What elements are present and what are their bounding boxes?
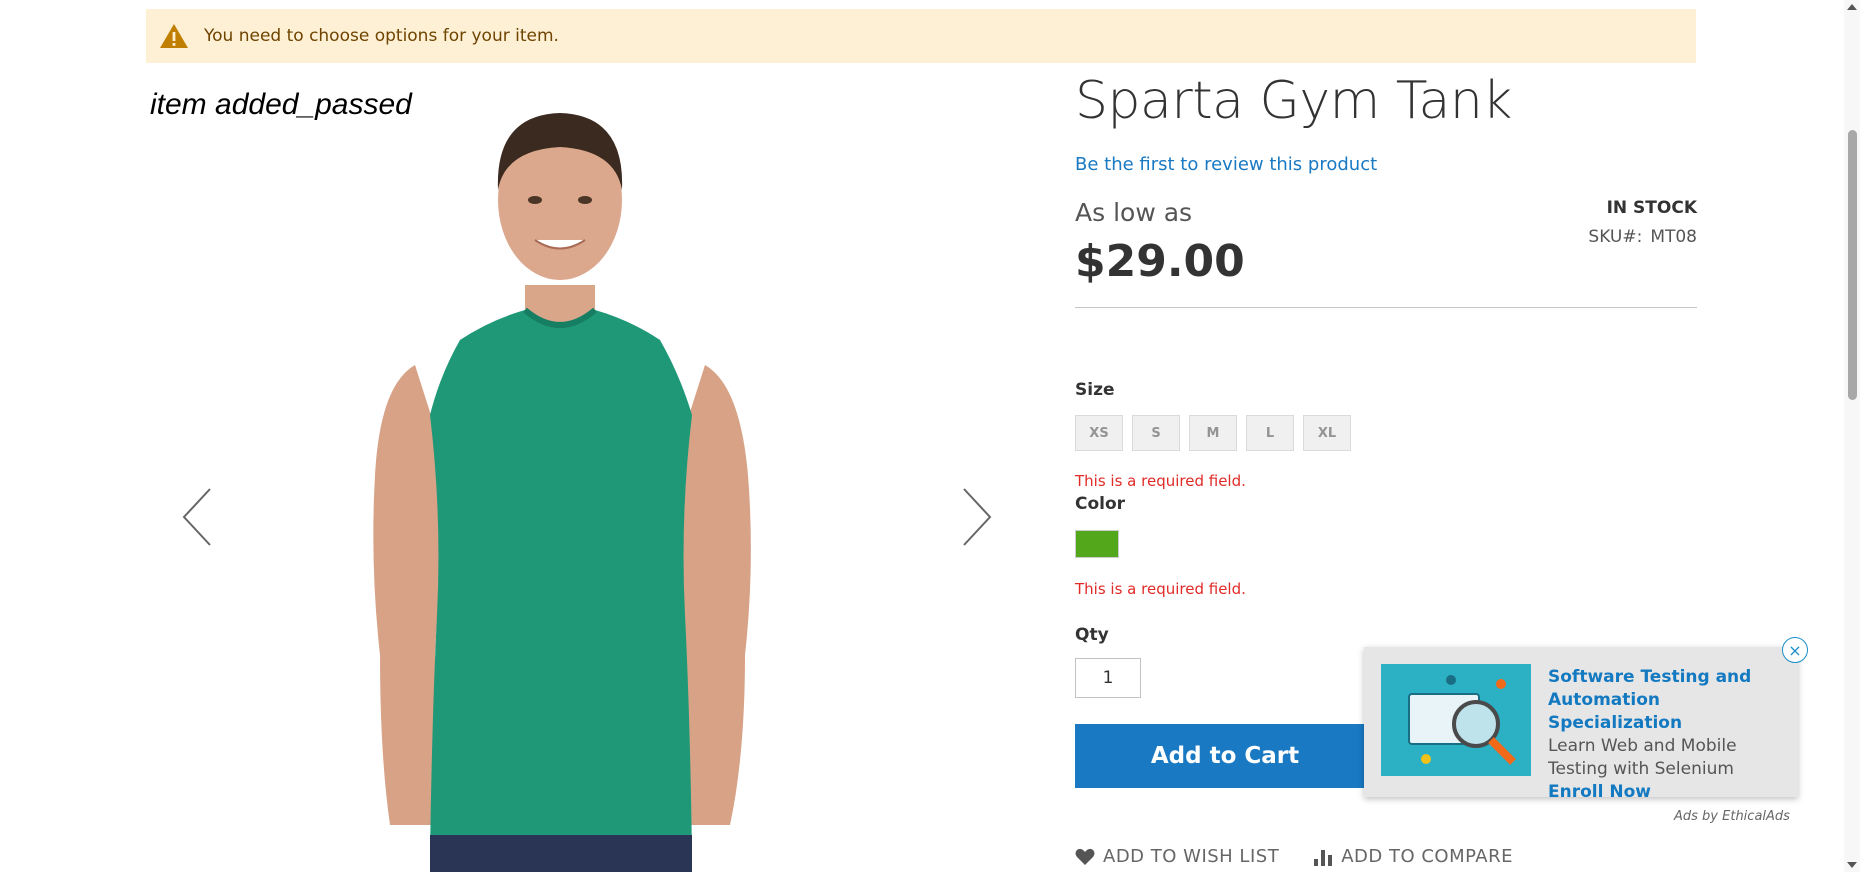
ad-text[interactable]: Software Testing and Automation Speciali… <box>1548 666 1783 804</box>
stock-status: IN STOCK <box>1606 198 1697 218</box>
ad-credit[interactable]: Ads by EthicalAds <box>1674 809 1790 824</box>
ad-body: Learn Web and Mobile Testing with Seleni… <box>1548 736 1737 779</box>
ad-panel[interactable]: Software Testing and Automation Speciali… <box>1364 637 1808 802</box>
heart-icon <box>1075 848 1095 866</box>
review-link[interactable]: Be the first to review this product <box>1075 154 1377 175</box>
size-options: XS S M L XL <box>1075 415 1351 451</box>
product-price: $29.00 <box>1075 236 1245 287</box>
ad-title[interactable]: Software Testing and Automation Speciali… <box>1548 667 1751 733</box>
gallery-next-button[interactable] <box>956 485 996 549</box>
product-info: Sparta Gym Tank Be the first to review t… <box>1075 70 1697 867</box>
size-option-xl[interactable]: XL <box>1303 415 1351 451</box>
qty-input[interactable] <box>1075 658 1141 698</box>
product-title: Sparta Gym Tank <box>1075 71 1512 131</box>
qty-label: Qty <box>1075 625 1109 645</box>
product-actions: ADD TO WISH LIST ADD TO COMPARE <box>1075 846 1513 867</box>
color-error: This is a required field. <box>1075 580 1246 598</box>
size-option-s[interactable]: S <box>1132 415 1180 451</box>
product-page: You need to choose options for your item… <box>0 0 1860 872</box>
notice-text: You need to choose options for your item… <box>204 26 559 46</box>
color-option-green[interactable] <box>1075 530 1119 558</box>
price-label: As low as <box>1075 198 1193 227</box>
wishlist-label: ADD TO WISH LIST <box>1103 846 1280 867</box>
scroll-thumb[interactable] <box>1848 130 1857 400</box>
gallery-prev-button[interactable] <box>178 485 218 549</box>
notice-banner: You need to choose options for your item… <box>146 9 1696 63</box>
size-label: Size <box>1075 380 1115 400</box>
warning-icon <box>158 20 190 52</box>
compare-label: ADD TO COMPARE <box>1341 846 1513 867</box>
chevron-left-icon <box>178 488 218 553</box>
size-error: This is a required field. <box>1075 472 1246 490</box>
bar-chart-icon <box>1313 848 1333 866</box>
size-option-xs[interactable]: XS <box>1075 415 1123 451</box>
scroll-down-arrow-icon[interactable] <box>1847 862 1857 868</box>
overlay-caption: item added_passed <box>150 88 412 121</box>
ad-cta-link[interactable]: Enroll Now <box>1548 782 1651 802</box>
add-to-wishlist-link[interactable]: ADD TO WISH LIST <box>1075 846 1279 867</box>
sku-label: SKU#: <box>1588 227 1643 247</box>
scroll-up-arrow-icon[interactable] <box>1847 4 1857 10</box>
color-label: Color <box>1075 494 1126 514</box>
ad-close-button[interactable]: × <box>1782 637 1808 663</box>
ad-image[interactable] <box>1381 664 1531 776</box>
add-to-compare-link[interactable]: ADD TO COMPARE <box>1313 846 1513 867</box>
size-option-l[interactable]: L <box>1246 415 1294 451</box>
scrollbar[interactable] <box>1844 0 1860 872</box>
product-image <box>320 95 800 872</box>
sku-value: MT08 <box>1650 227 1697 247</box>
sku: SKU#: MT08 <box>1588 227 1697 247</box>
chevron-right-icon <box>956 488 996 553</box>
size-option-m[interactable]: M <box>1189 415 1237 451</box>
add-to-cart-button[interactable]: Add to Cart <box>1075 724 1375 788</box>
divider <box>1075 307 1697 308</box>
